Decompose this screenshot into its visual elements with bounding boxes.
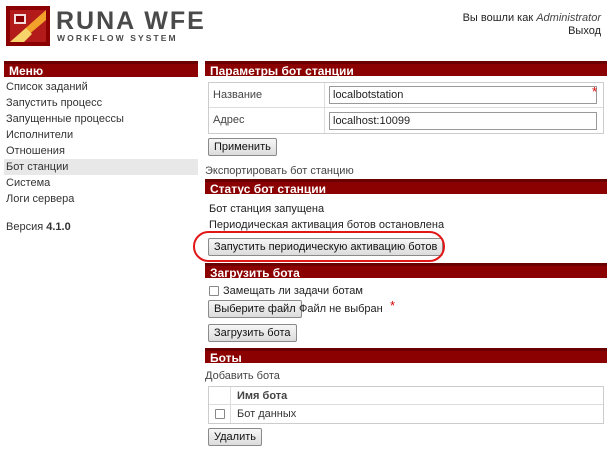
sidebar-item-relations[interactable]: Отношения	[4, 143, 198, 159]
highlight-circle	[193, 231, 445, 262]
login-info: Вы вошли как Administrator Выход	[463, 12, 601, 38]
replace-tasks-row: Замещать ли задачи ботам	[209, 285, 363, 297]
sidebar-item-server-logs[interactable]: Логи сервера	[4, 191, 198, 207]
menu-title: Меню	[4, 61, 198, 78]
file-status-text: Файл не выбран	[299, 303, 383, 315]
address-input[interactable]	[329, 111, 597, 130]
column-bot-name: Имя бота	[237, 389, 288, 402]
required-star: *	[390, 298, 396, 313]
sidebar-item-bot-stations[interactable]: Бот станции	[4, 159, 198, 175]
station-running-status: Бот станция запущена	[209, 203, 325, 215]
current-user: Administrator	[536, 12, 601, 24]
row-checkbox[interactable]	[214, 409, 225, 419]
address-input-cell	[325, 111, 603, 130]
runa-logo-icon	[6, 6, 50, 46]
header-checkbox-cell	[209, 387, 231, 404]
export-bot-station-link[interactable]: Экспортировать бот станцию	[205, 165, 354, 177]
version-value: 4.1.0	[46, 221, 71, 233]
sidebar-item-tasks[interactable]: Список заданий	[4, 79, 198, 95]
logout-link[interactable]: Выход	[463, 25, 601, 38]
row-checkbox-cell	[209, 405, 231, 423]
sidebar-item-running-processes[interactable]: Запущенные процессы	[4, 111, 198, 127]
upload-section-header: Загрузить бота	[205, 263, 607, 280]
sidebar-item-start-process[interactable]: Запустить процесс	[4, 95, 198, 111]
replace-tasks-checkbox[interactable]	[209, 286, 219, 296]
logo-subtitle: WORKFLOW SYSTEM	[57, 33, 178, 43]
table-row: Бот данных	[209, 405, 603, 423]
address-label: Адрес	[209, 108, 325, 133]
bots-table: Имя бота Бот данных	[208, 386, 604, 424]
name-row: Название *	[209, 83, 603, 108]
status-section-header: Статус бот станции	[205, 179, 607, 196]
version-label: Версия	[6, 221, 44, 233]
runa-wfe-logo: RUNA WFE WORKFLOW SYSTEM	[6, 6, 204, 46]
logged-in-as-label: Вы вошли как	[462, 12, 534, 24]
required-star: *	[591, 84, 597, 99]
add-bot-link[interactable]: Добавить бота	[205, 370, 280, 382]
bots-table-header: Имя бота	[209, 387, 603, 405]
bot-name-cell[interactable]: Бот данных	[231, 408, 296, 420]
address-row: Адрес	[209, 108, 603, 133]
sidebar-item-executors[interactable]: Исполнители	[4, 127, 198, 143]
params-form: Название * Адрес	[208, 82, 604, 134]
name-input[interactable]	[329, 86, 597, 104]
bots-section-header: Боты	[205, 348, 607, 365]
name-label: Название	[209, 83, 325, 107]
version-info: Версия 4.1.0	[4, 221, 198, 233]
sidebar-menu: Меню Список заданий Запустить процесс За…	[4, 61, 198, 233]
sidebar-item-system[interactable]: Система	[4, 175, 198, 191]
delete-button[interactable]: Удалить	[208, 428, 262, 446]
logo-title: RUNA WFE	[56, 7, 206, 35]
choose-file-button[interactable]: Выберите файл	[208, 300, 302, 318]
upload-bot-button[interactable]: Загрузить бота	[208, 324, 297, 342]
replace-tasks-label: Замещать ли задачи ботам	[223, 285, 363, 297]
periodic-activation-status: Периодическая активация ботов остановлен…	[209, 219, 445, 231]
name-input-cell: *	[325, 84, 603, 104]
apply-button[interactable]: Применить	[208, 138, 277, 156]
params-section-header: Параметры бот станции	[205, 61, 607, 78]
